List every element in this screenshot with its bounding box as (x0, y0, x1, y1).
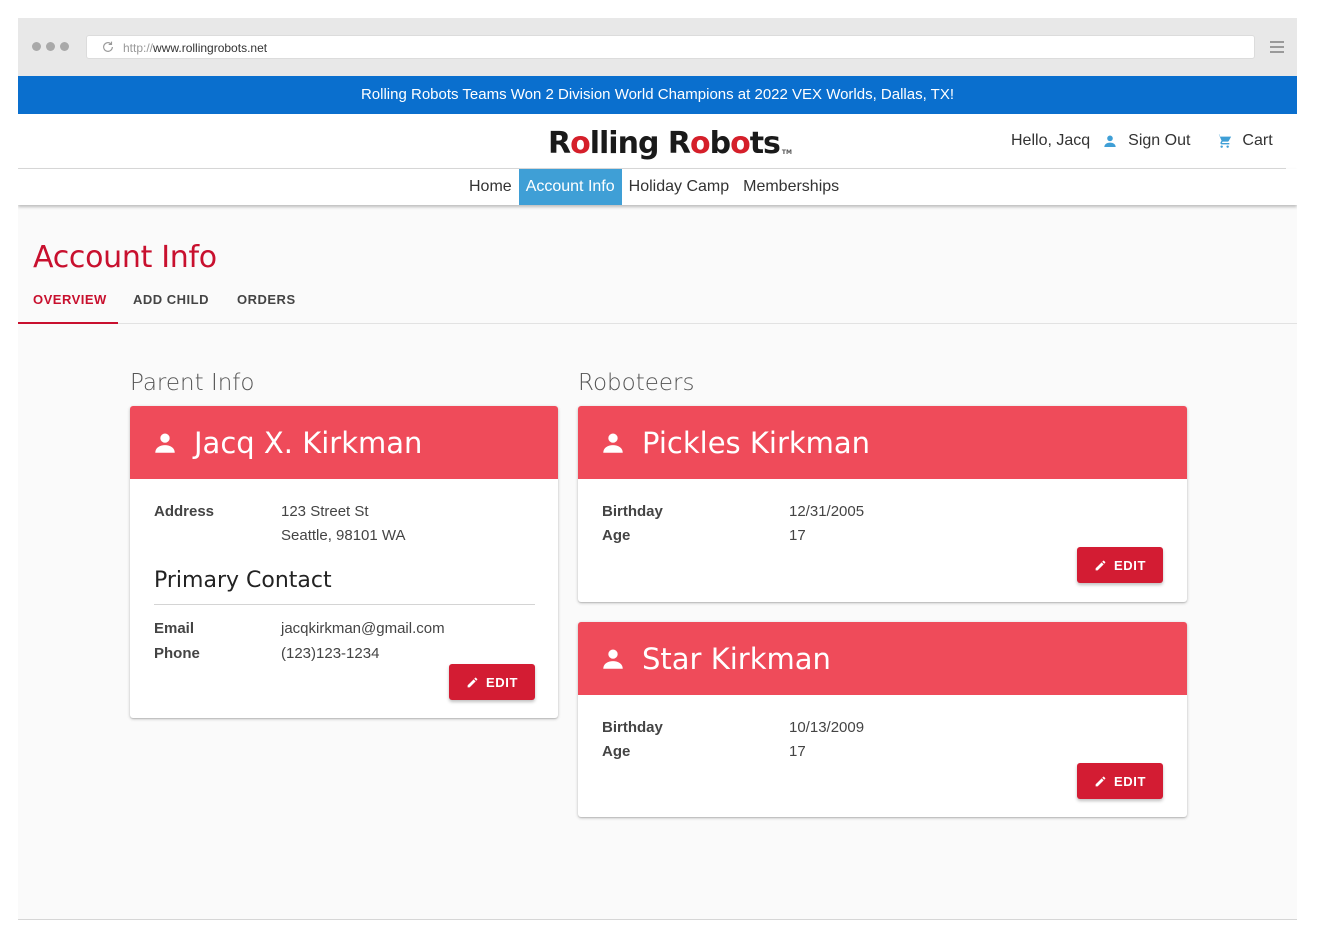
main-nav: Home Account Info Holiday Camp Membershi… (18, 169, 1297, 205)
nav-item-memberships[interactable]: Memberships (736, 169, 846, 205)
roboteer-name: Star Kirkman (642, 641, 831, 676)
logo-text: lling R (589, 125, 691, 161)
parent-card: Jacq X. Kirkman Address 123 Street St Se… (130, 406, 558, 718)
window-controls[interactable] (32, 42, 69, 51)
birthday-value: 10/13/2009 (789, 719, 865, 736)
birthday-value: 12/31/2005 (789, 503, 865, 520)
parent-card-header: Jacq X. Kirkman (130, 406, 558, 479)
tab-add-child[interactable]: ADD CHILD (133, 286, 209, 324)
age-label: Age (602, 743, 631, 760)
roboteer-name: Pickles Kirkman (642, 425, 871, 460)
roboteer-card-header: Pickles Kirkman (578, 406, 1187, 479)
age-label: Age (602, 527, 631, 544)
phone-value: (123)123-1234 (281, 645, 380, 662)
address-label: Address (154, 503, 215, 520)
address-line-2: Seattle, 98101 WA (281, 527, 406, 544)
birthday-label: Birthday (602, 503, 663, 520)
user-nav: Hello, Jacq Sign Out Cart (1011, 132, 1273, 150)
greeting: Hello, Jacq (1011, 132, 1091, 149)
logo-trademark: TM (781, 149, 792, 156)
parent-name: Jacq X. Kirkman (194, 425, 423, 460)
parent-info-heading: Parent Info (130, 370, 255, 396)
age-value: 17 (789, 527, 806, 544)
edit-roboteer-button[interactable]: EDIT (1077, 763, 1163, 799)
age-value: 17 (789, 743, 806, 760)
logo-gear-o: o (570, 125, 591, 161)
window-dot[interactable] (32, 42, 41, 51)
roboteer-card: Pickles Kirkman Birthday 12/31/2005 Age … (578, 406, 1187, 602)
pencil-icon (1095, 776, 1106, 786)
cart-icon[interactable] (1216, 133, 1232, 149)
url-text[interactable]: http://www.rollingrobots.net (123, 41, 267, 55)
promo-banner[interactable]: Rolling Robots Teams Won 2 Division Worl… (18, 76, 1297, 114)
url-host: www.rollingrobots.net (153, 41, 268, 55)
edit-roboteer-button[interactable]: EDIT (1077, 547, 1163, 583)
tab-orders[interactable]: ORDERS (237, 286, 296, 324)
roboteers-heading: Roboteers (578, 370, 695, 396)
pencil-icon (467, 677, 478, 687)
email-value: jacqkirkman@gmail.com (281, 620, 445, 637)
edit-label: EDIT (1113, 773, 1146, 789)
address-line-1: 123 Street St (281, 503, 369, 520)
address-bar[interactable]: http://www.rollingrobots.net (86, 35, 1255, 59)
browser-menu-icon[interactable] (1270, 41, 1284, 53)
logo-text: b (709, 125, 732, 161)
contact-divider (154, 604, 535, 605)
logo-text: R (548, 125, 571, 161)
phone-label: Phone (154, 645, 200, 662)
person-icon (155, 432, 175, 453)
logo-gear-o: o (689, 125, 711, 161)
account-tabs: OVERVIEW ADD CHILD ORDERS (18, 286, 1297, 324)
window-dot[interactable] (60, 42, 69, 51)
person-icon (603, 648, 623, 669)
edit-parent-button[interactable]: EDIT (449, 664, 535, 700)
cart-link[interactable]: Cart (1242, 132, 1272, 150)
tab-overview[interactable]: OVERVIEW (18, 286, 118, 324)
url-protocol: http:// (123, 41, 154, 55)
email-label: Email (154, 620, 195, 637)
logo-gear-o: o (730, 125, 751, 161)
sign-out-link[interactable]: Sign Out (1128, 132, 1190, 150)
roboteer-card-header: Star Kirkman (578, 622, 1187, 695)
browser-window: http://www.rollingrobots.net Rolling Rob… (18, 18, 1297, 920)
logo-text: ts (749, 125, 781, 161)
reload-icon[interactable] (101, 40, 115, 54)
primary-contact-heading: Primary Contact (154, 568, 332, 593)
user-icon (1104, 135, 1116, 147)
nav-item-account-info[interactable]: Account Info (518, 169, 622, 205)
site-logo[interactable]: Ro lling Ro b o ts TM (548, 122, 792, 164)
edit-label: EDIT (1113, 557, 1146, 573)
window-dot[interactable] (46, 42, 55, 51)
person-icon (603, 432, 623, 453)
edit-label: EDIT (485, 674, 518, 690)
nav-item-holiday-camp[interactable]: Holiday Camp (622, 169, 736, 205)
nav-item-home[interactable]: Home (462, 169, 519, 205)
browser-toolbar: http://www.rollingrobots.net (18, 18, 1297, 76)
pencil-icon (1095, 560, 1106, 570)
birthday-label: Birthday (602, 719, 663, 736)
roboteer-card: Star Kirkman Birthday 10/13/2009 Age 17 … (578, 622, 1187, 817)
page-title: Account Info (33, 240, 217, 275)
